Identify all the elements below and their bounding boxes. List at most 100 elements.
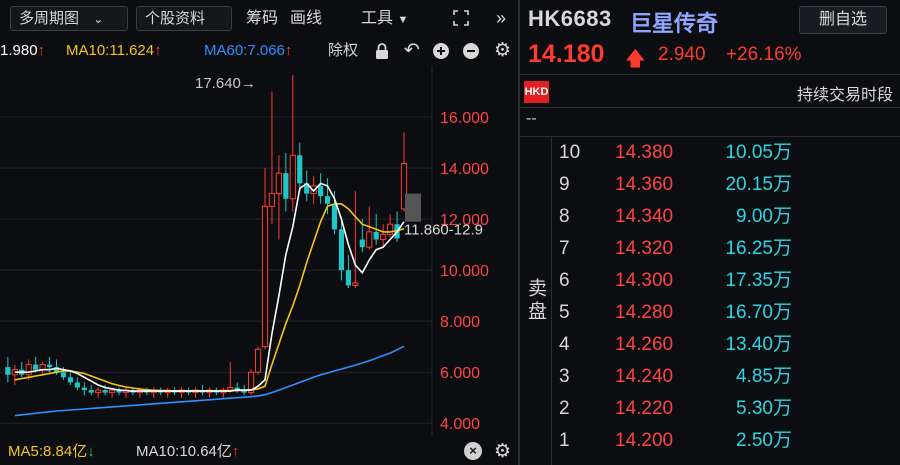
ask-price: 14.340 [615,206,674,227]
candle-body [331,203,338,230]
ask-volume: 20.15万 [725,174,792,195]
candle-body [81,387,87,391]
vol-ma10-value: MA10:10.64亿↑ [136,443,240,460]
candle-body [102,390,108,393]
stock-name: 巨星传奇 [630,11,719,36]
candle-body [289,154,296,200]
ask-level: 8 [559,206,570,227]
candle-body [324,196,331,204]
candle-body [95,389,102,394]
price-change-percent: +26.16% [726,44,802,65]
volume-legend: MA5:8.84亿↓ MA10:10.64亿↑ × ⚙ [0,438,518,465]
ask-row[interactable]: 10 14.380 10.05万 [553,137,900,169]
ask-level: 4 [559,334,570,355]
stock-info-label: 个股资料 [145,10,206,27]
adjust-toggle[interactable]: 除权 [328,38,358,64]
zoom-out-icon[interactable] [462,38,480,69]
ask-row[interactable]: 2 14.220 5.30万 [553,393,900,425]
ask-price: 14.380 [615,142,674,163]
candle-body [67,377,73,383]
chevron-down-icon: ⌄ [93,12,104,26]
hkd-currency-badge: HKD [524,81,549,103]
draw-line-label: 画线 [290,10,323,27]
multi-period-dropdown[interactable]: 多周期图 ⌄ [10,6,128,31]
ask-row[interactable]: 5 14.280 16.70万 [553,297,900,329]
ask-level: 1 [559,430,570,451]
kline-panel[interactable]: 多周期图 ⌄ 个股资料 筹码 画线 工具 ▼ » 1.980↑ MA10:11.… [0,0,518,465]
candle-body [338,229,345,271]
price-change: 2.940 [658,44,706,65]
y-tick-label: 14.000 [440,161,489,178]
candle-body [283,173,289,199]
ask-level: 5 [559,302,570,323]
zoom-in-icon[interactable] [432,38,450,69]
ask-row[interactable]: 4 14.260 13.40万 [553,329,900,361]
ask-price: 14.260 [615,334,674,355]
candle-body [74,382,80,388]
y-tick-label: 10.000 [440,263,489,280]
ma10-value: MA10:11.624↑ [66,42,162,59]
undo-icon[interactable]: ↶ [404,38,420,64]
draw-line-button[interactable]: 画线 [290,6,322,31]
ask-price: 14.360 [615,174,674,195]
tools-dropdown[interactable]: 工具 ▼ [361,6,408,31]
ma5-line [14,182,405,392]
ma5-value: 1.980↑ [0,42,46,59]
collapse-right-icon[interactable]: » [490,6,512,31]
separator [520,74,900,75]
high-price-annotation: 17.640→ [195,75,256,92]
ask-row[interactable]: 7 14.320 16.25万 [553,233,900,265]
ask-row[interactable]: 9 14.360 20.15万 [553,169,900,201]
lock-icon[interactable] [374,38,390,69]
ma-legend: 1.980↑ MA10:11.624↑ MA60:7.066↑ 除权 ↶ ⚙ [0,38,518,64]
tools-label: 工具 [361,10,394,27]
gear-icon[interactable]: ⚙ [494,38,511,64]
candle-body [254,348,262,373]
ma60-value: MA60:7.066↑ [204,42,293,59]
fullscreen-icon[interactable] [450,6,472,31]
chips-label: 筹码 [246,10,278,27]
candle-body [60,372,67,378]
ask-row[interactable]: 6 14.300 17.35万 [553,265,900,297]
ask-level: 9 [559,174,570,195]
ask-volume: 9.00万 [736,206,792,227]
candle-body [345,270,351,286]
candle-body [261,205,269,348]
remove-favorite-button[interactable]: 删自选 [799,6,887,34]
ask-price: 14.240 [615,366,674,387]
ask-volume: 2.50万 [736,430,792,451]
ask-level: 6 [559,270,570,291]
candle-body [297,155,303,184]
last-price: 14.180 [528,40,605,68]
separator [520,107,900,108]
candle-body [5,367,11,375]
candle-body [25,364,32,376]
kline-chart[interactable]: 16.00014.00012.00010.0008.0006.0004.0001… [0,66,518,436]
candle-body [359,239,365,248]
candle-body [88,390,94,393]
stock-info-button[interactable]: 个股资料 [136,6,232,31]
candle-body [373,231,379,240]
ask-row[interactable]: 1 14.200 2.50万 [553,425,900,457]
ask-volume: 10.05万 [725,142,792,163]
ask-price: 14.300 [615,270,674,291]
ask-row[interactable]: 3 14.240 4.85万 [553,361,900,393]
ask-volume: 4.85万 [736,366,792,387]
ask-row[interactable]: 8 14.340 9.00万 [553,201,900,233]
chart-toolbar: 多周期图 ⌄ 个股资料 筹码 画线 工具 ▼ » [0,0,518,36]
y-tick-label: 8.000 [440,314,480,331]
ask-volume: 16.25万 [725,238,792,259]
order-book-asks: 10 14.380 10.05万 9 14.360 20.15万 8 14.340 9.00万 7… [553,137,900,457]
ask-price: 14.200 [615,430,674,451]
ask-price: 14.320 [615,238,674,259]
y-tick-label: 16.000 [440,110,489,127]
chips-button[interactable]: 筹码 [246,6,278,31]
volume-settings-gear-icon[interactable]: ⚙ [494,438,511,465]
ask-price: 14.280 [615,302,674,323]
y-tick-label: 4.000 [440,416,480,433]
chip-range-label: 11.860-12.9 [404,221,483,238]
ask-level: 10 [559,142,581,163]
candle-body [380,233,387,241]
candle-body [387,223,394,235]
quote-panel: HK6683 巨星传奇 删自选 14.180 🡅 2.940 +26.16% H… [520,0,900,465]
